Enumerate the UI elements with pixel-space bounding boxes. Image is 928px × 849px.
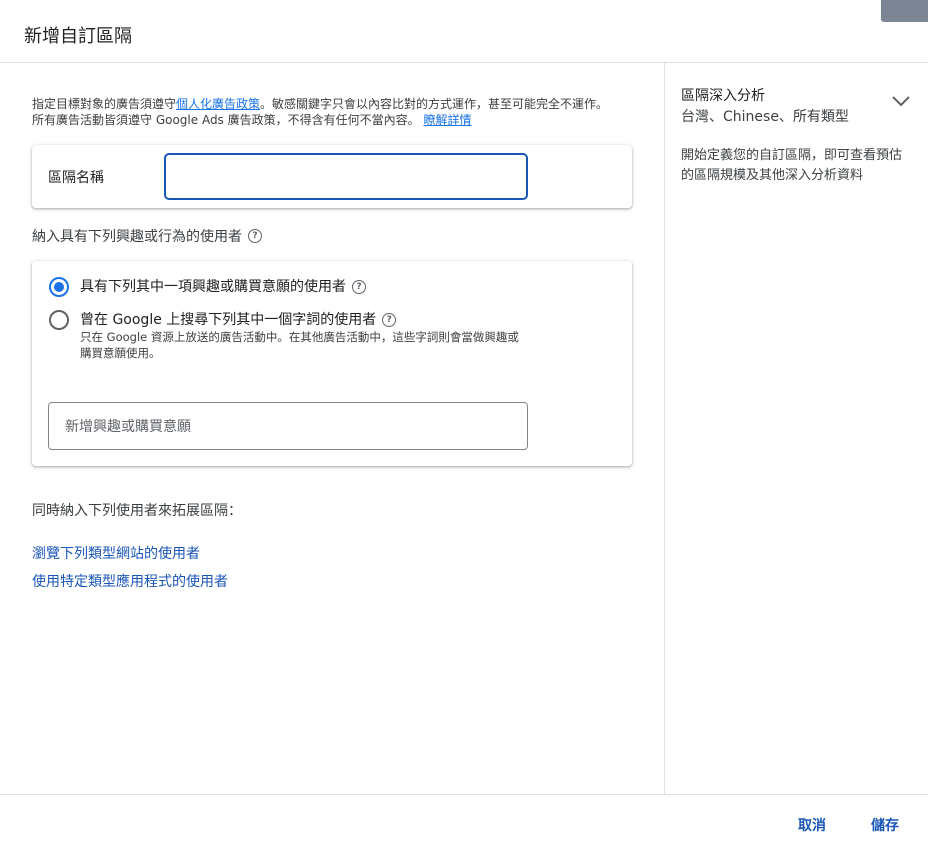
insights-title: 區隔深入分析 bbox=[681, 88, 765, 104]
radio-option-search-terms-label: 曾在 Google 上搜尋下列其中一個字詞的使用者 bbox=[80, 312, 377, 328]
help-icon[interactable]: ? bbox=[382, 313, 397, 327]
radio-option-search-terms-description: 只在 Google 資源上放送的廣告活動中。在其他廣告活動中，這些字詞則會當做興… bbox=[80, 330, 519, 360]
main-panel: 指定目標對象的廣告須遵守個人化廣告政策。敏感關鍵字只會以內容比對的方式運作，甚至… bbox=[0, 63, 664, 794]
insights-panel: 區隔深入分析 台灣、Chinese、所有類型 開始定義您的自訂區隔，即可查看預估… bbox=[664, 63, 928, 794]
segment-name-input[interactable] bbox=[164, 153, 528, 200]
websites-link[interactable]: 瀏覽下列類型網站的使用者 bbox=[32, 543, 200, 563]
insights-description: 開始定義您的自訂區隔，即可查看預估的區隔規模及其他深入分析資料 bbox=[681, 148, 903, 183]
radio-option-search-terms[interactable]: 曾在 Google 上搜尋下列其中一個字詞的使用者 ? bbox=[49, 310, 397, 330]
radio-checked-icon[interactable] bbox=[49, 277, 69, 297]
policy-notice: 指定目標對象的廣告須遵守個人化廣告政策。敏感關鍵字只會以內容比對的方式運作，甚至… bbox=[32, 96, 617, 128]
insights-subtitle: 台灣、Chinese、所有類型 bbox=[681, 109, 849, 125]
dialog-header: 新增自訂區隔 bbox=[0, 0, 928, 63]
interests-input-placeholder: 新增興趣或購買意願 bbox=[65, 419, 191, 435]
interests-input[interactable]: 新增興趣或購買意願 bbox=[48, 402, 528, 450]
cancel-button[interactable]: 取消 bbox=[798, 815, 826, 835]
dialog-footer: 取消 儲存 bbox=[0, 794, 928, 849]
learn-more-link[interactable]: 瞭解詳情 bbox=[423, 113, 471, 127]
chevron-down-icon[interactable] bbox=[891, 95, 911, 107]
personalized-ads-policy-link[interactable]: 個人化廣告政策 bbox=[176, 97, 260, 111]
include-rules-card: 具有下列其中一項興趣或購買意願的使用者 ? 曾在 Google 上搜尋下列其中一… bbox=[32, 261, 632, 466]
include-heading-text: 納入具有下列興趣或行為的使用者 bbox=[32, 229, 242, 245]
expand-heading: 同時納入下列使用者來拓展區隔： bbox=[32, 503, 242, 519]
segment-name-label: 區隔名稱 bbox=[48, 170, 104, 186]
radio-unchecked-icon[interactable] bbox=[49, 310, 69, 330]
apps-link[interactable]: 使用特定類型應用程式的使用者 bbox=[32, 571, 228, 591]
help-icon[interactable]: ? bbox=[248, 229, 262, 243]
segment-name-card: 區隔名稱 bbox=[32, 145, 632, 208]
dialog-title: 新增自訂區隔 bbox=[24, 26, 132, 47]
include-heading: 納入具有下列興趣或行為的使用者 ? bbox=[32, 226, 262, 246]
help-icon[interactable]: ? bbox=[352, 280, 366, 294]
radio-option-interests[interactable]: 具有下列其中一項興趣或購買意願的使用者 ? bbox=[49, 277, 366, 297]
policy-text-before: 指定目標對象的廣告須遵守 bbox=[32, 97, 177, 111]
radio-option-interests-label: 具有下列其中一項興趣或購買意願的使用者 bbox=[80, 279, 346, 295]
save-button[interactable]: 儲存 bbox=[871, 815, 899, 835]
